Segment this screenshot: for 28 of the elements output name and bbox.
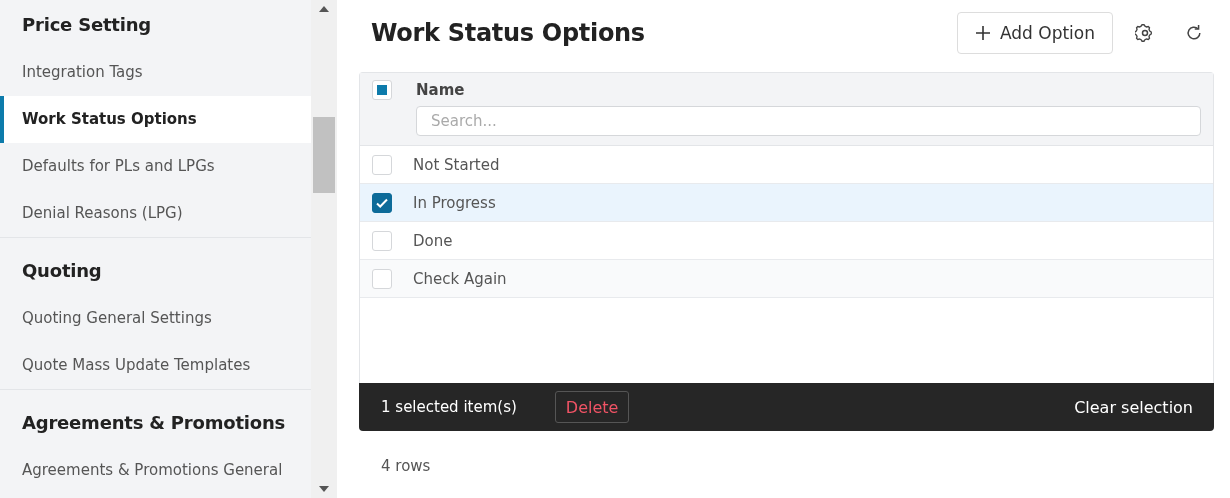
selection-count: 1 selected item(s): [381, 398, 517, 416]
section-heading: Agreements & Promotions: [21, 411, 287, 435]
search-field[interactable]: Search...: [416, 106, 1201, 136]
table-cell: Check Again: [413, 269, 507, 288]
table-cell: Done: [413, 231, 453, 250]
section-heading: Price Setting: [21, 13, 153, 37]
delete-button[interactable]: Delete: [554, 391, 630, 423]
clear-selection-link[interactable]: Clear selection: [1074, 397, 1193, 417]
plus-icon: [975, 26, 990, 40]
column-header[interactable]: Name: [416, 81, 1201, 99]
table-cell: In Progress: [413, 193, 496, 212]
row-count: 4 rows: [381, 457, 432, 475]
page-title: Work Status Options: [371, 19, 646, 47]
sidebar-item[interactable]: Denial Reasons (LPG): [0, 190, 311, 237]
sidebar-item[interactable]: Work Status Options: [0, 96, 311, 143]
add-option-button[interactable]: Add Option: [956, 12, 1113, 54]
section-heading: Quoting: [21, 259, 103, 283]
sidebar-item[interactable]: Defaults for PLs and LPGs: [0, 143, 311, 190]
sidebar-item[interactable]: Integration Tags: [0, 49, 311, 96]
settings-icon[interactable]: [1135, 23, 1155, 43]
scrollbar-thumb[interactable]: [313, 117, 335, 193]
checkbox[interactable]: [372, 192, 392, 213]
sidebar-item[interactable]: Agreements & Promotions General: [0, 447, 311, 494]
scroll-up-icon[interactable]: [319, 6, 329, 12]
scroll-down-icon[interactable]: [319, 486, 329, 492]
sidebar-item[interactable]: Quoting General Settings: [0, 295, 311, 342]
sidebar-item[interactable]: Quote Mass Update Templates: [0, 342, 311, 389]
table-cell: Not Started: [413, 155, 500, 174]
